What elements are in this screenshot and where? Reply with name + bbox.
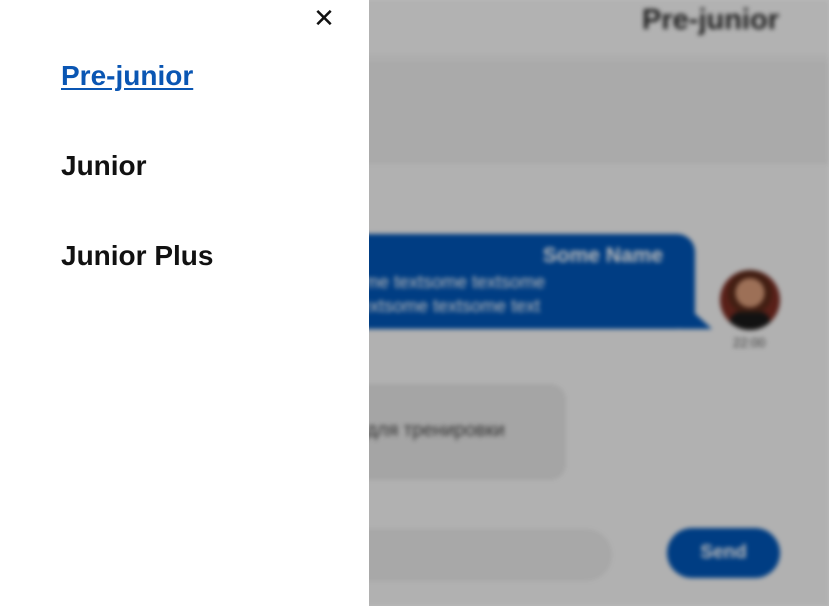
app-root: Pre-junior Some Name tsome textsome text… (0, 0, 829, 606)
drawer-link-junior[interactable]: Junior (61, 150, 147, 182)
drawer-link-pre-junior[interactable]: Pre-junior (61, 60, 193, 92)
navigation-drawer: ✕ Pre-junior Junior Junior Plus (0, 0, 369, 606)
close-icon[interactable]: ✕ (312, 5, 336, 31)
drawer-link-junior-plus[interactable]: Junior Plus (61, 240, 213, 272)
